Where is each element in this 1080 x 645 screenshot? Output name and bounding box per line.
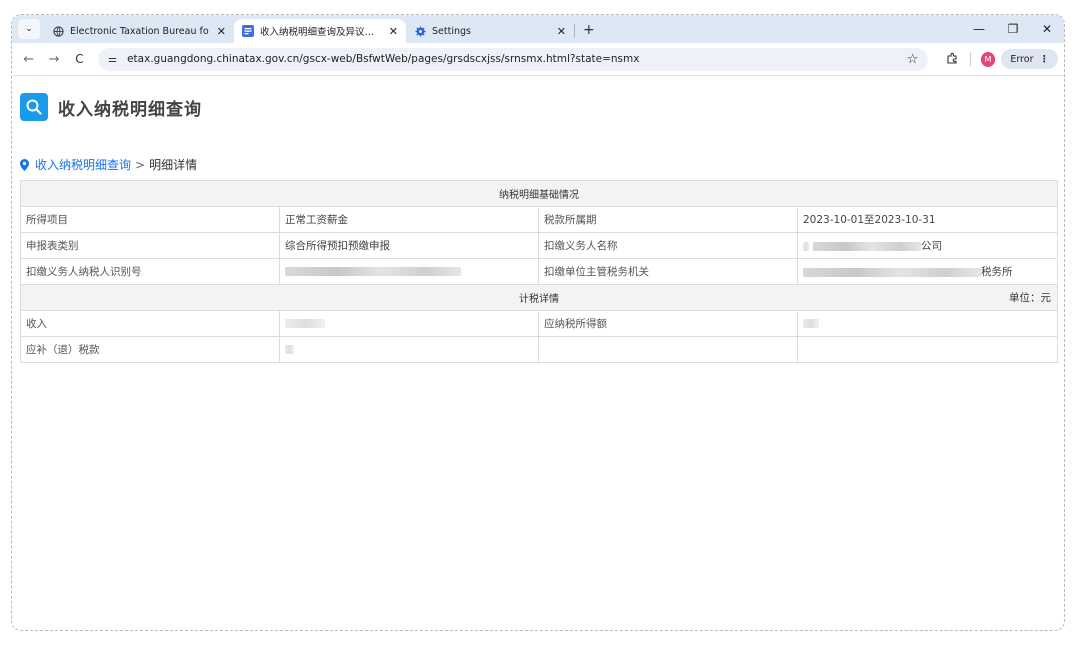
tax-details-table: 纳税明细基础情况 所得项目 正常工资薪金 税款所属期 2023-10-01至20… bbox=[20, 180, 1058, 363]
site-info-icon[interactable]: ⚌ bbox=[108, 54, 117, 65]
field-value: 综合所得预扣预缴申报 bbox=[279, 232, 539, 259]
reload-icon[interactable]: C bbox=[67, 52, 92, 66]
error-label: Error bbox=[1010, 53, 1034, 65]
breadcrumb-link-income-tax-query[interactable]: 收入纳税明细查询 bbox=[35, 156, 131, 173]
profile-avatar[interactable]: M bbox=[980, 51, 996, 67]
minimize-icon[interactable]: — bbox=[962, 22, 996, 36]
table-row: 所得项目 正常工资薪金 税款所属期 2023-10-01至2023-10-31 bbox=[20, 206, 1058, 233]
close-icon[interactable]: ✕ bbox=[389, 25, 398, 38]
tab-divider bbox=[574, 24, 575, 38]
kebab-menu-icon: ⋮ bbox=[1039, 53, 1049, 65]
tab-income-tax-details[interactable]: 收入纳税明细查询及异议申请 ✕ bbox=[234, 19, 406, 43]
section-header-basic: 纳税明细基础情况 bbox=[20, 180, 1058, 207]
field-value-redacted: 税务所 bbox=[797, 258, 1058, 285]
redaction-mark bbox=[285, 267, 461, 276]
field-label: 申报表类别 bbox=[20, 232, 280, 259]
restore-icon[interactable]: ❐ bbox=[996, 22, 1030, 36]
field-label: 扣缴单位主管税务机关 bbox=[538, 258, 798, 285]
close-icon[interactable]: ✕ bbox=[217, 25, 226, 38]
tab-title: Settings bbox=[432, 25, 471, 37]
section-header-tax: 计税详情 单位：元 bbox=[20, 284, 1058, 311]
field-value-redacted bbox=[279, 336, 539, 363]
table-row: 收入 应纳税所得额 bbox=[20, 310, 1058, 337]
new-tab-button[interactable]: + bbox=[583, 22, 595, 38]
field-label: 收入 bbox=[20, 310, 280, 337]
toolbar-divider bbox=[969, 52, 971, 66]
empty-cell bbox=[797, 336, 1058, 363]
tab-strip: ⌄ Electronic Taxation Bureau fo ✕ 收入纳税明细… bbox=[12, 15, 1064, 43]
field-value-redacted bbox=[279, 310, 539, 337]
section-cell: 计税详情 单位：元 bbox=[20, 284, 1058, 311]
field-value-redacted bbox=[279, 258, 539, 285]
globe-icon bbox=[52, 25, 64, 37]
back-arrow-icon[interactable]: ← bbox=[16, 52, 41, 67]
error-menu-button[interactable]: Error ⋮ bbox=[1001, 49, 1058, 69]
field-label: 所得项目 bbox=[20, 206, 280, 233]
window-controls: — ❐ ✕ bbox=[962, 15, 1064, 43]
page-header: 收入纳税明细查询 bbox=[20, 93, 202, 121]
page-content: 收入纳税明细查询 收入纳税明细查询 > 明细详情 纳税明细基础情况 所得项目 正… bbox=[12, 77, 1064, 630]
unit-label: 单位：元 bbox=[1009, 292, 1051, 304]
table-row: 申报表类别 综合所得预扣预缴申报 扣缴义务人名称 公司 bbox=[20, 232, 1058, 259]
field-label: 扣缴义务人纳税人识别号 bbox=[20, 258, 280, 285]
redaction-mark bbox=[285, 345, 294, 354]
section-title: 纳税明细基础情况 bbox=[20, 180, 1058, 207]
redaction-mark bbox=[285, 319, 325, 328]
redaction-mark bbox=[813, 241, 921, 251]
field-value: 2023-10-01至2023-10-31 bbox=[797, 206, 1058, 233]
table-row: 应补（退）税款 bbox=[20, 336, 1058, 363]
bookmark-star-icon[interactable]: ☆ bbox=[907, 52, 919, 67]
tab-title: Electronic Taxation Bureau fo bbox=[70, 25, 209, 37]
search-icon bbox=[20, 93, 48, 121]
tab-electronic-taxation[interactable]: Electronic Taxation Bureau fo ✕ bbox=[44, 19, 234, 43]
etax-app-icon bbox=[242, 25, 254, 37]
field-value: 正常工资薪金 bbox=[279, 206, 539, 233]
field-label: 扣缴义务人名称 bbox=[538, 232, 798, 259]
forward-arrow-icon[interactable]: → bbox=[41, 52, 66, 67]
location-pin-icon bbox=[20, 158, 29, 171]
close-window-icon[interactable]: ✕ bbox=[1030, 22, 1064, 36]
page-title: 收入纳税明细查询 bbox=[58, 99, 202, 120]
breadcrumb-separator: > bbox=[135, 157, 146, 172]
section-title: 计税详情 bbox=[519, 294, 559, 305]
address-bar[interactable]: ⚌ etax.guangdong.chinatax.gov.cn/gscx-we… bbox=[98, 47, 929, 71]
breadcrumb-current: 明细详情 bbox=[149, 158, 198, 172]
url-text: etax.guangdong.chinatax.gov.cn/gscx-web/… bbox=[127, 53, 640, 65]
field-label: 应补（退）税款 bbox=[20, 336, 280, 363]
tab-title: 收入纳税明细查询及异议申请 bbox=[260, 27, 381, 38]
browser-toolbar: ← → C ⚌ etax.guangdong.chinatax.gov.cn/g… bbox=[12, 43, 1064, 76]
field-value-redacted: 公司 bbox=[797, 232, 1058, 259]
extensions-icon[interactable] bbox=[938, 52, 965, 67]
field-label: 应纳税所得额 bbox=[538, 310, 798, 337]
field-value-suffix: 税务所 bbox=[981, 266, 1013, 278]
redaction-mark bbox=[803, 319, 819, 328]
gear-icon bbox=[414, 25, 426, 37]
tab-settings[interactable]: Settings ✕ bbox=[406, 19, 574, 43]
breadcrumb: 收入纳税明细查询 > 明细详情 bbox=[20, 156, 197, 173]
field-value-suffix: 公司 bbox=[921, 240, 942, 252]
redaction-mark bbox=[803, 241, 809, 251]
chevron-down-icon: ⌄ bbox=[25, 24, 33, 34]
close-icon[interactable]: ✕ bbox=[557, 25, 566, 38]
empty-cell bbox=[538, 336, 798, 363]
field-label: 税款所属期 bbox=[538, 206, 798, 233]
field-value-redacted bbox=[797, 310, 1058, 337]
browser-window: ⌄ Electronic Taxation Bureau fo ✕ 收入纳税明细… bbox=[11, 14, 1065, 631]
redaction-mark bbox=[803, 267, 981, 277]
table-row: 扣缴义务人纳税人识别号 扣缴单位主管税务机关 税务所 bbox=[20, 258, 1058, 285]
tab-search-button[interactable]: ⌄ bbox=[18, 19, 40, 39]
